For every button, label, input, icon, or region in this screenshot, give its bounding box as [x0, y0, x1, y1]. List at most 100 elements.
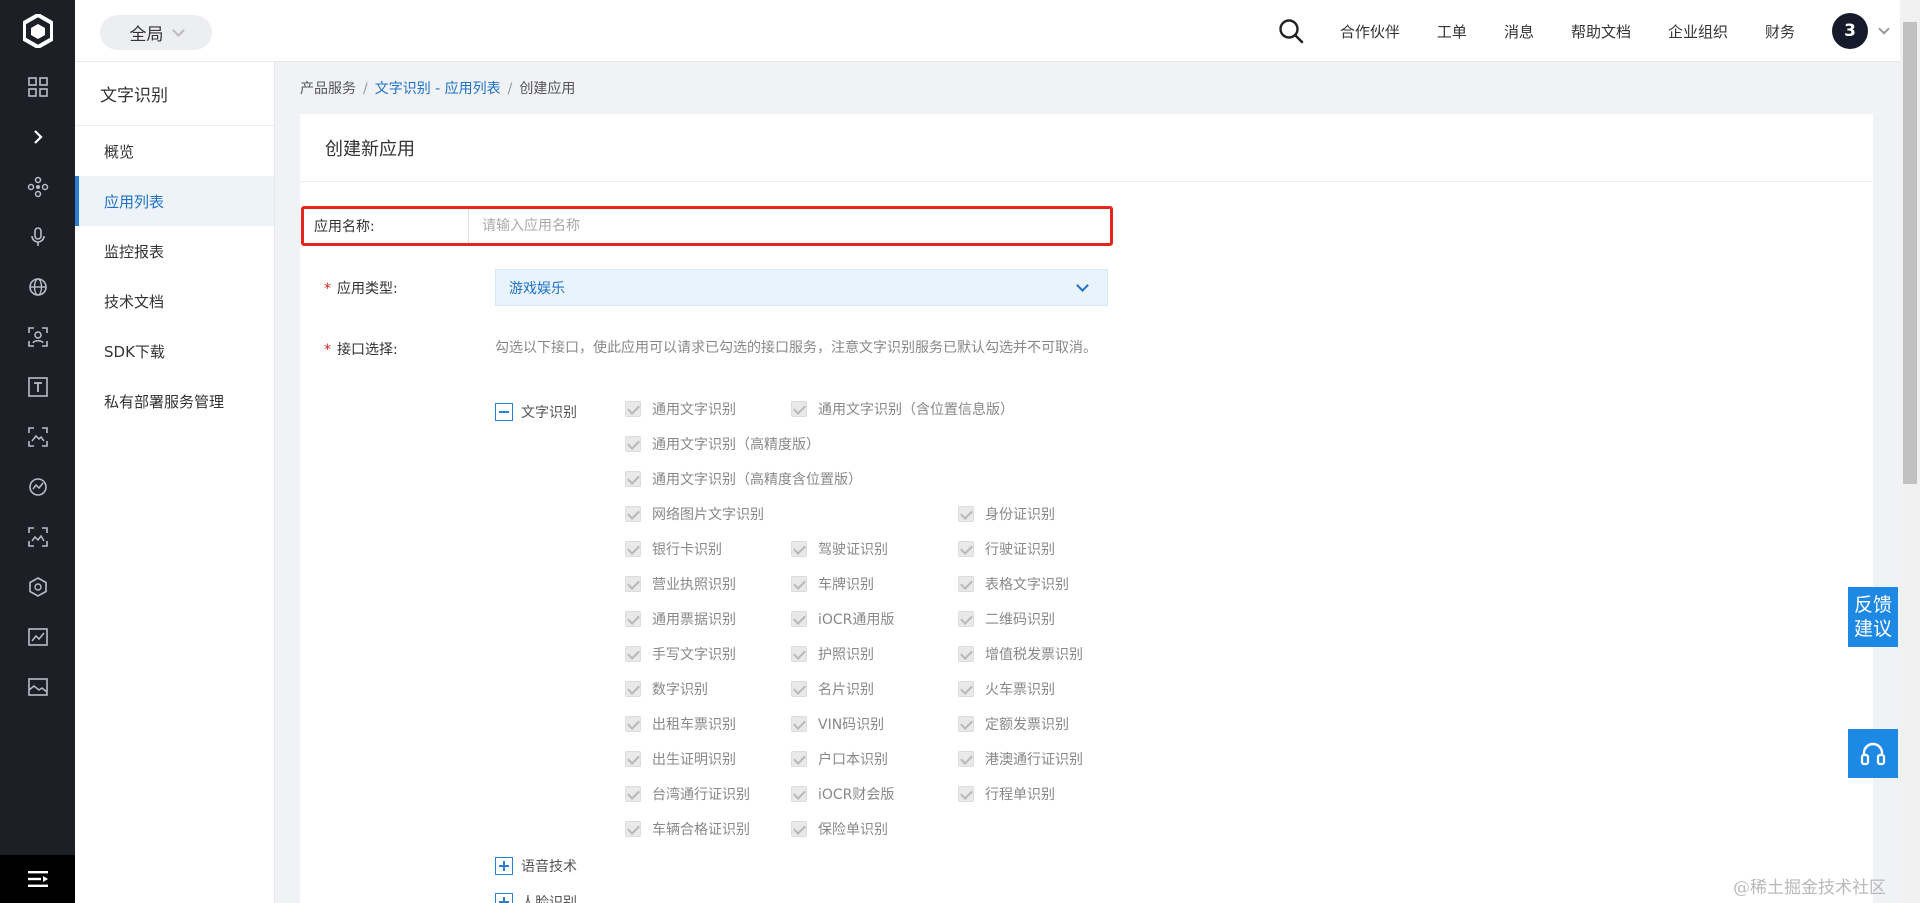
app-type-label: * 应用类型: — [324, 278, 398, 298]
sidebar-item-sdk-download[interactable]: SDK下载 — [75, 326, 274, 376]
chevron-right-icon[interactable] — [0, 112, 75, 162]
expand-icon[interactable] — [495, 893, 513, 903]
nav-help-docs[interactable]: 帮助文档 — [1571, 21, 1631, 42]
api-checkbox[interactable]: 户口本识别 — [791, 749, 888, 769]
api-checkbox[interactable]: 身份证识别 — [958, 504, 1055, 524]
api-checkbox-label: 通用文字识别（高精度含位置版） — [652, 472, 862, 488]
group-label-speech[interactable]: 语音技术 — [521, 856, 577, 876]
api-checkbox[interactable]: 通用票据识别 — [625, 609, 736, 629]
monitor-chart-icon[interactable] — [0, 612, 75, 662]
api-checkbox[interactable]: VIN码识别 — [791, 714, 884, 734]
scrollbar-thumb[interactable] — [1903, 22, 1917, 484]
api-checkbox-label: 数字识别 — [652, 682, 708, 698]
checkbox-checked-icon — [958, 541, 974, 557]
api-checkbox[interactable]: 通用文字识别 — [625, 399, 736, 419]
checkbox-checked-icon — [625, 611, 641, 627]
api-checkbox[interactable]: 行程单识别 — [958, 784, 1055, 804]
sidebar-item-app-list[interactable]: 应用列表 — [75, 176, 274, 226]
grid-icon[interactable] — [0, 62, 75, 112]
image-scan-icon[interactable] — [0, 412, 75, 462]
api-checkbox[interactable]: 台湾通行证识别 — [625, 784, 750, 804]
sidebar-title: 文字识别 — [75, 62, 274, 126]
api-checkbox-label: 通用文字识别（含位置信息版） — [818, 402, 1014, 418]
api-hint-text: 勾选以下接口，使此应用可以请求已勾选的接口服务，注意文字识别服务已默认勾选并不可… — [495, 340, 1097, 356]
api-checkbox[interactable]: 银行卡识别 — [625, 539, 722, 559]
api-checkbox[interactable]: 定额发票识别 — [958, 714, 1069, 734]
page-title: 创建新应用 — [300, 114, 1873, 182]
checkbox-checked-icon — [791, 681, 807, 697]
sidebar-item-tech-docs[interactable]: 技术文档 — [75, 276, 274, 326]
api-checkbox[interactable]: 行驶证识别 — [958, 539, 1055, 559]
api-checkbox[interactable]: 驾驶证识别 — [791, 539, 888, 559]
page-scrollbar[interactable] — [1900, 0, 1920, 903]
api-checkbox[interactable]: 手写文字识别 — [625, 644, 736, 664]
api-checkbox[interactable]: 火车票识别 — [958, 679, 1055, 699]
checkbox-checked-icon — [625, 681, 641, 697]
chevron-down-icon[interactable] — [1878, 22, 1890, 35]
nav-messages[interactable]: 消息 — [1504, 21, 1534, 42]
api-checkbox-label: 定额发票识别 — [985, 717, 1069, 733]
api-checkbox[interactable]: 通用文字识别（含位置信息版） — [791, 399, 1014, 419]
breadcrumb-root[interactable]: 产品服务 — [300, 81, 356, 97]
api-checkbox[interactable]: 出生证明识别 — [625, 749, 736, 769]
menu-icon[interactable] — [0, 855, 75, 903]
checkbox-checked-icon — [791, 716, 807, 732]
collapse-icon[interactable] — [495, 403, 513, 421]
app-name-label: 应用名称: — [304, 209, 469, 243]
api-select-label-text: 接口选择: — [337, 342, 398, 358]
api-checkbox[interactable]: 网络图片文字识别 — [625, 504, 764, 524]
checkbox-checked-icon — [625, 506, 641, 522]
feedback-button[interactable]: 反馈 建议 — [1848, 587, 1898, 647]
breadcrumb-separator: / — [363, 81, 368, 97]
headset-icon[interactable] — [1848, 729, 1898, 778]
api-checkbox[interactable]: 车辆合格证识别 — [625, 819, 750, 839]
face-scan-icon[interactable] — [0, 312, 75, 362]
search-icon[interactable] — [1278, 18, 1304, 44]
api-checkbox[interactable]: 数字识别 — [625, 679, 708, 699]
api-checkbox-label: 行程单识别 — [985, 787, 1055, 803]
text-t-icon[interactable] — [0, 362, 75, 412]
logo-icon[interactable] — [0, 0, 75, 62]
checkbox-checked-icon — [791, 541, 807, 557]
nav-ticket[interactable]: 工单 — [1437, 21, 1467, 42]
api-checkbox[interactable]: 保险单识别 — [791, 819, 888, 839]
api-checkbox[interactable]: 名片识别 — [791, 679, 874, 699]
group-label-face[interactable]: 人脸识别 — [521, 892, 577, 903]
api-checkbox[interactable]: 护照识别 — [791, 644, 874, 664]
sidebar-item-overview[interactable]: 概览 — [75, 126, 274, 176]
cube-icon[interactable] — [0, 562, 75, 612]
avatar[interactable]: 3 — [1832, 13, 1868, 49]
nav-partner[interactable]: 合作伙伴 — [1340, 21, 1400, 42]
api-checkbox[interactable]: 港澳通行证识别 — [958, 749, 1083, 769]
api-checkbox[interactable]: 通用文字识别（高精度版） — [625, 434, 820, 454]
scan-landscape-icon[interactable] — [0, 512, 75, 562]
app-type-select[interactable]: 游戏娱乐 — [495, 269, 1108, 306]
expand-icon[interactable] — [495, 857, 513, 875]
sidebar-item-private-deploy[interactable]: 私有部署服务管理 — [75, 376, 274, 426]
app-name-input[interactable] — [470, 209, 1110, 243]
api-checkbox[interactable]: 营业执照识别 — [625, 574, 736, 594]
nav-finance[interactable]: 财务 — [1765, 21, 1795, 42]
breadcrumb-app-list-link[interactable]: 文字识别 - 应用列表 — [375, 81, 501, 97]
chart-icon[interactable] — [0, 462, 75, 512]
api-checkbox-label: 手写文字识别 — [652, 647, 736, 663]
api-checkbox[interactable]: 车牌识别 — [791, 574, 874, 594]
scope-selector[interactable]: 全局 — [100, 15, 212, 50]
api-checkbox[interactable]: 出租车票识别 — [625, 714, 736, 734]
globe-icon[interactable] — [0, 262, 75, 312]
api-checkbox[interactable]: 二维码识别 — [958, 609, 1055, 629]
api-checkbox[interactable]: iOCR财会版 — [791, 784, 894, 804]
group-label-ocr[interactable]: 文字识别 — [521, 402, 577, 422]
api-checkbox[interactable]: 表格文字识别 — [958, 574, 1069, 594]
chevron-down-icon — [171, 23, 185, 37]
left-rail — [0, 0, 75, 903]
api-checkbox[interactable]: 增值税发票识别 — [958, 644, 1083, 664]
sidebar-item-monitor-report[interactable]: 监控报表 — [75, 226, 274, 276]
nodes-icon[interactable] — [0, 162, 75, 212]
nav-organization[interactable]: 企业组织 — [1668, 21, 1728, 42]
api-checkbox[interactable]: 通用文字识别（高精度含位置版） — [625, 469, 862, 489]
api-checkbox[interactable]: iOCR通用版 — [791, 609, 894, 629]
picture-icon[interactable] — [0, 662, 75, 712]
api-checkbox-label: 台湾通行证识别 — [652, 787, 750, 803]
microphone-icon[interactable] — [0, 212, 75, 262]
